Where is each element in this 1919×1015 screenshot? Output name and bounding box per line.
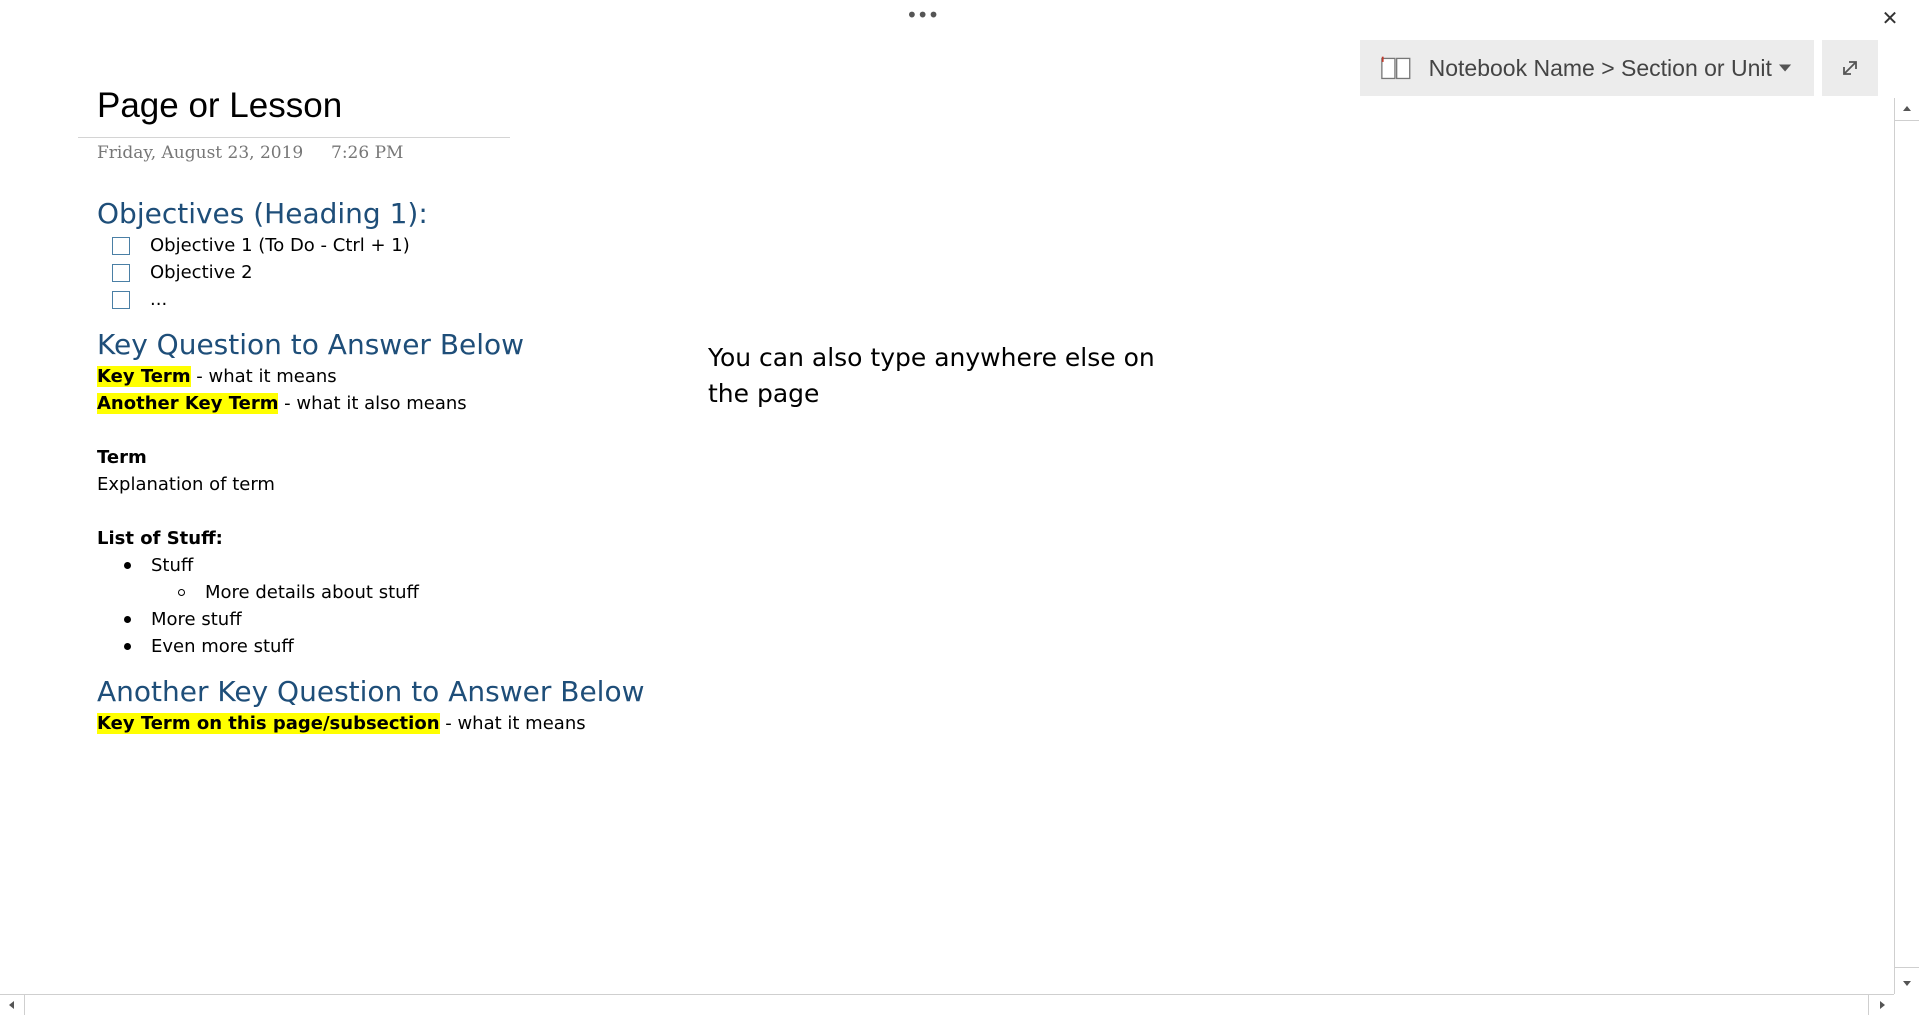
expand-button[interactable] [1822,40,1878,96]
list-item-text: Even more stuff [151,636,294,657]
todo-item[interactable]: Objective 1 (To Do - Ctrl + 1) [97,232,657,259]
arrow-right-icon [1880,1001,1885,1009]
horizontal-scroll-thumb[interactable] [24,995,1869,1015]
todo-label: ... [150,289,168,310]
term-explanation[interactable]: Explanation of term [97,471,657,498]
key-question-heading[interactable]: Key Question to Answer Below [97,327,657,363]
list-label[interactable]: List of Stuff: [97,525,657,552]
list-item-text: More stuff [151,609,242,630]
page-date: Friday, August 23, 2019 [97,143,304,163]
todo-label: Objective 1 (To Do - Ctrl + 1) [150,235,410,256]
list-item-text: Stuff [151,555,194,576]
title-divider [78,137,510,138]
note-outline[interactable]: Objectives (Heading 1): Objective 1 (To … [97,196,657,737]
scroll-right-arrow[interactable] [1872,995,1894,1015]
todo-item[interactable]: Objective 2 [97,259,657,286]
expand-icon [1843,61,1857,75]
todo-checkbox[interactable] [112,263,130,282]
scroll-down-arrow[interactable] [1895,974,1919,994]
scroll-up-arrow[interactable] [1895,98,1919,118]
close-button[interactable]: ✕ [1874,2,1906,34]
arrow-left-icon [9,1001,14,1009]
key-term: Key Term [97,366,191,387]
key-term: Another Key Term [97,393,279,414]
more-options-icon[interactable]: ••• [906,4,939,26]
horizontal-scrollbar[interactable] [0,994,1894,1015]
todo-checkbox[interactable] [112,236,130,255]
objectives-heading[interactable]: Objectives (Heading 1): [97,196,657,232]
sub-bullet-icon [178,589,185,596]
todo-item[interactable]: ... [97,286,657,313]
bullet-icon [124,643,131,650]
arrow-down-icon [1903,981,1911,986]
key-term-definition: - what it means [439,713,586,734]
list-item-text: More details about stuff [205,582,419,603]
list-subitem[interactable]: More details about stuff [97,579,657,606]
bullet-icon [124,562,131,569]
key-question-heading[interactable]: Another Key Question to Answer Below [97,674,657,710]
key-term: Key Term on this page/subsection [97,713,440,734]
todo-label: Objective 2 [150,262,253,283]
free-note-container[interactable]: You can also type anywhere else on the p… [708,340,1178,412]
notebook-navigation-bar[interactable]: Notebook Name > Section or Unit [1360,40,1814,96]
todo-checkbox[interactable] [112,290,130,309]
key-term-line[interactable]: Key Term on this page/subsection - what … [97,710,657,737]
list-item[interactable]: Stuff [97,552,657,579]
key-term-line[interactable]: Another Key Term - what it also means [97,390,657,417]
page-title[interactable]: Page or Lesson [97,86,342,126]
vertical-scroll-thumb[interactable] [1895,120,1919,968]
list-item[interactable]: More stuff [97,606,657,633]
key-term-definition: - what it also means [278,393,467,414]
vertical-scrollbar[interactable] [1894,98,1919,994]
page-time: 7:26 PM [331,143,404,163]
key-term-definition: - what it means [190,366,337,387]
term-label[interactable]: Term [97,444,657,471]
scroll-left-arrow[interactable] [0,995,22,1015]
notebook-breadcrumb[interactable]: Notebook Name > Section or Unit [1429,55,1772,82]
list-item[interactable]: Even more stuff [97,633,657,660]
caret-down-icon[interactable] [1772,58,1798,78]
arrow-up-icon [1903,106,1911,111]
bullet-icon [124,616,131,623]
key-term-line[interactable]: Key Term - what it means [97,363,657,390]
notebook-icon [1381,56,1411,80]
